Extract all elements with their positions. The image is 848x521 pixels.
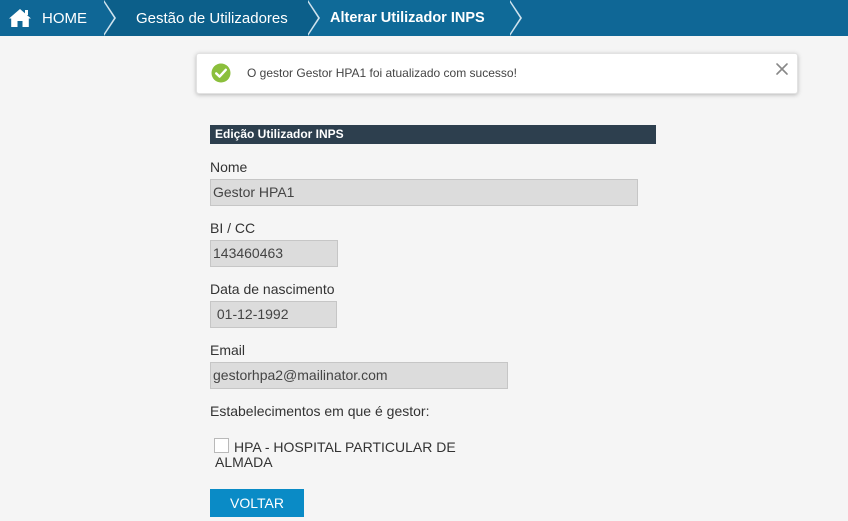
establishments-label: Estabelecimentos em que é gestor:: [210, 403, 430, 419]
back-button[interactable]: VOLTAR: [210, 489, 304, 517]
chevron-right-icon: [307, 0, 320, 36]
notification-message: O gestor Gestor HPA1 foi atualizado com …: [247, 66, 517, 80]
breadcrumb-section-label: Gestão de Utilizadores: [136, 9, 288, 27]
bi-label: BI / CC: [210, 220, 256, 236]
birthdate-label: Data de nascimento: [210, 281, 335, 297]
nome-label: Nome: [210, 159, 248, 175]
birthdate-field[interactable]: 01-12-1992: [210, 301, 337, 328]
breadcrumb-home[interactable]: HOME: [0, 0, 116, 36]
breadcrumb-user-management[interactable]: Gestão de Utilizadores: [104, 0, 320, 36]
email-label: Email: [210, 342, 246, 358]
form-section-header: Edição Utilizador INPS: [210, 125, 656, 144]
nome-field[interactable]: Gestor HPA1: [210, 179, 638, 206]
check-circle-icon: [211, 63, 231, 83]
breadcrumb: HOME Gestão de Utilizadores Alterar Util…: [0, 0, 848, 36]
chevron-right-icon: [103, 0, 116, 36]
success-notification: O gestor Gestor HPA1 foi atualizado com …: [196, 53, 798, 94]
breadcrumb-home-label: HOME: [42, 9, 87, 27]
home-icon: [8, 8, 32, 28]
chevron-right-icon: [509, 0, 522, 36]
breadcrumb-current: Alterar Utilizador INPS: [308, 0, 522, 36]
email-field[interactable]: gestorhpa2@mailinator.com: [210, 362, 508, 389]
establishment-label: HPA - HOSPITAL PARTICULAR DE ALMADA: [215, 439, 456, 470]
bi-field[interactable]: 143460463: [210, 240, 338, 267]
breadcrumb-current-label: Alterar Utilizador INPS: [330, 10, 485, 26]
close-icon[interactable]: [775, 62, 789, 76]
